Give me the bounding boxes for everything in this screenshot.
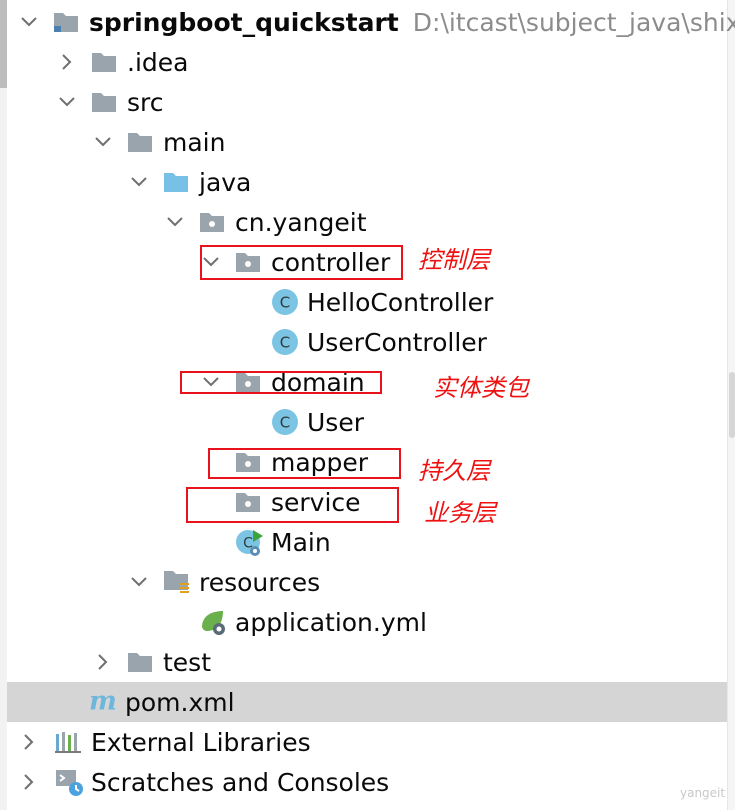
maven-icon: m (89, 682, 119, 722)
tree-item-resources[interactable]: resources (7, 562, 727, 602)
annotation-controller: 控制层 (418, 246, 490, 274)
resources-folder-icon (163, 562, 193, 602)
tree-label-application-yml: application.yml (235, 607, 427, 637)
tree-label-main-class: Main (271, 527, 331, 557)
package-icon (199, 202, 229, 242)
tree-item-java[interactable]: java (7, 162, 727, 202)
tree-label-main: main (163, 127, 226, 157)
annotation-box-controller (200, 245, 403, 280)
scratches-icon (55, 762, 85, 802)
project-name: springboot_quickstart (89, 7, 399, 37)
annotation-service: 业务层 (424, 499, 496, 527)
tree-item-pom[interactable]: m pom.xml (7, 682, 727, 722)
tree-item-scratches[interactable]: Scratches and Consoles (7, 762, 727, 802)
folder-icon (127, 122, 157, 162)
tree-item-application-yml[interactable]: application.yml (7, 602, 727, 642)
watermark-text: yangeit (680, 786, 726, 800)
tree-label-resources: resources (199, 567, 321, 597)
tree-label-src: src (127, 87, 164, 117)
spring-config-file-icon (199, 602, 229, 642)
library-icon (55, 722, 85, 762)
chevron-right-icon[interactable] (17, 762, 41, 802)
chevron-down-icon[interactable] (91, 122, 115, 162)
tree-item-package[interactable]: cn.yangeit (7, 202, 727, 242)
tree-label-test: test (163, 647, 212, 677)
tree-item-external-libraries[interactable]: External Libraries (7, 722, 727, 762)
annotation-box-domain (180, 371, 382, 394)
svg-text:m: m (89, 688, 117, 716)
tree-item-idea[interactable]: .idea (7, 42, 727, 82)
tree-item-test[interactable]: test (7, 642, 727, 682)
tree-label-external-libraries: External Libraries (91, 727, 311, 757)
annotation-domain: 实体类包 (433, 374, 529, 402)
tree-label-package: cn.yangeit (235, 207, 367, 237)
chevron-down-icon[interactable] (17, 2, 41, 42)
chevron-right-icon[interactable] (91, 642, 115, 682)
chevron-down-icon[interactable] (55, 82, 79, 122)
source-folder-icon (163, 162, 193, 202)
tree-label-pom: pom.xml (125, 687, 235, 717)
tree-label-user-controller: UserController (307, 327, 487, 357)
tree-item-project-root[interactable]: springboot_quickstart D:\itcast\subject_… (7, 2, 735, 42)
chevron-right-icon[interactable] (55, 42, 79, 82)
left-gutter (0, 0, 7, 810)
module-folder-icon (53, 2, 83, 42)
tree-label-idea: .idea (127, 47, 189, 77)
annotation-box-service (186, 487, 399, 523)
tree-item-main-class[interactable]: C Main (7, 522, 727, 562)
class-icon: C (271, 402, 301, 442)
spring-boot-main-class-icon: C (235, 522, 265, 562)
folder-icon (127, 642, 157, 682)
annotation-mapper: 持久层 (418, 457, 490, 485)
chevron-down-icon[interactable] (163, 202, 187, 242)
tree-item-hello-controller[interactable]: C HelloController (7, 282, 727, 322)
chevron-down-icon[interactable] (127, 162, 151, 202)
class-icon: C (271, 282, 301, 322)
chevron-down-icon[interactable] (127, 562, 151, 602)
tree-item-main[interactable]: main (7, 122, 727, 162)
annotation-box-mapper (208, 448, 401, 479)
folder-icon (91, 82, 121, 122)
tree-item-user[interactable]: C User (7, 402, 727, 442)
scrollbar-thumb[interactable] (729, 372, 735, 438)
tree-item-src[interactable]: src (7, 82, 727, 122)
tree-label-hello-controller: HelloController (307, 287, 494, 317)
svg-text:C: C (280, 294, 290, 312)
tree-label-user: User (307, 407, 364, 437)
svg-text:C: C (280, 414, 290, 432)
tree-label-java: java (199, 167, 252, 197)
tree-item-user-controller[interactable]: C UserController (7, 322, 727, 362)
chevron-right-icon[interactable] (17, 722, 41, 762)
tree-label-scratches: Scratches and Consoles (91, 767, 390, 797)
project-path: D:\itcast\subject_java\shixu (412, 7, 735, 37)
class-icon: C (271, 322, 301, 362)
svg-text:C: C (280, 334, 290, 352)
folder-icon (91, 42, 121, 82)
